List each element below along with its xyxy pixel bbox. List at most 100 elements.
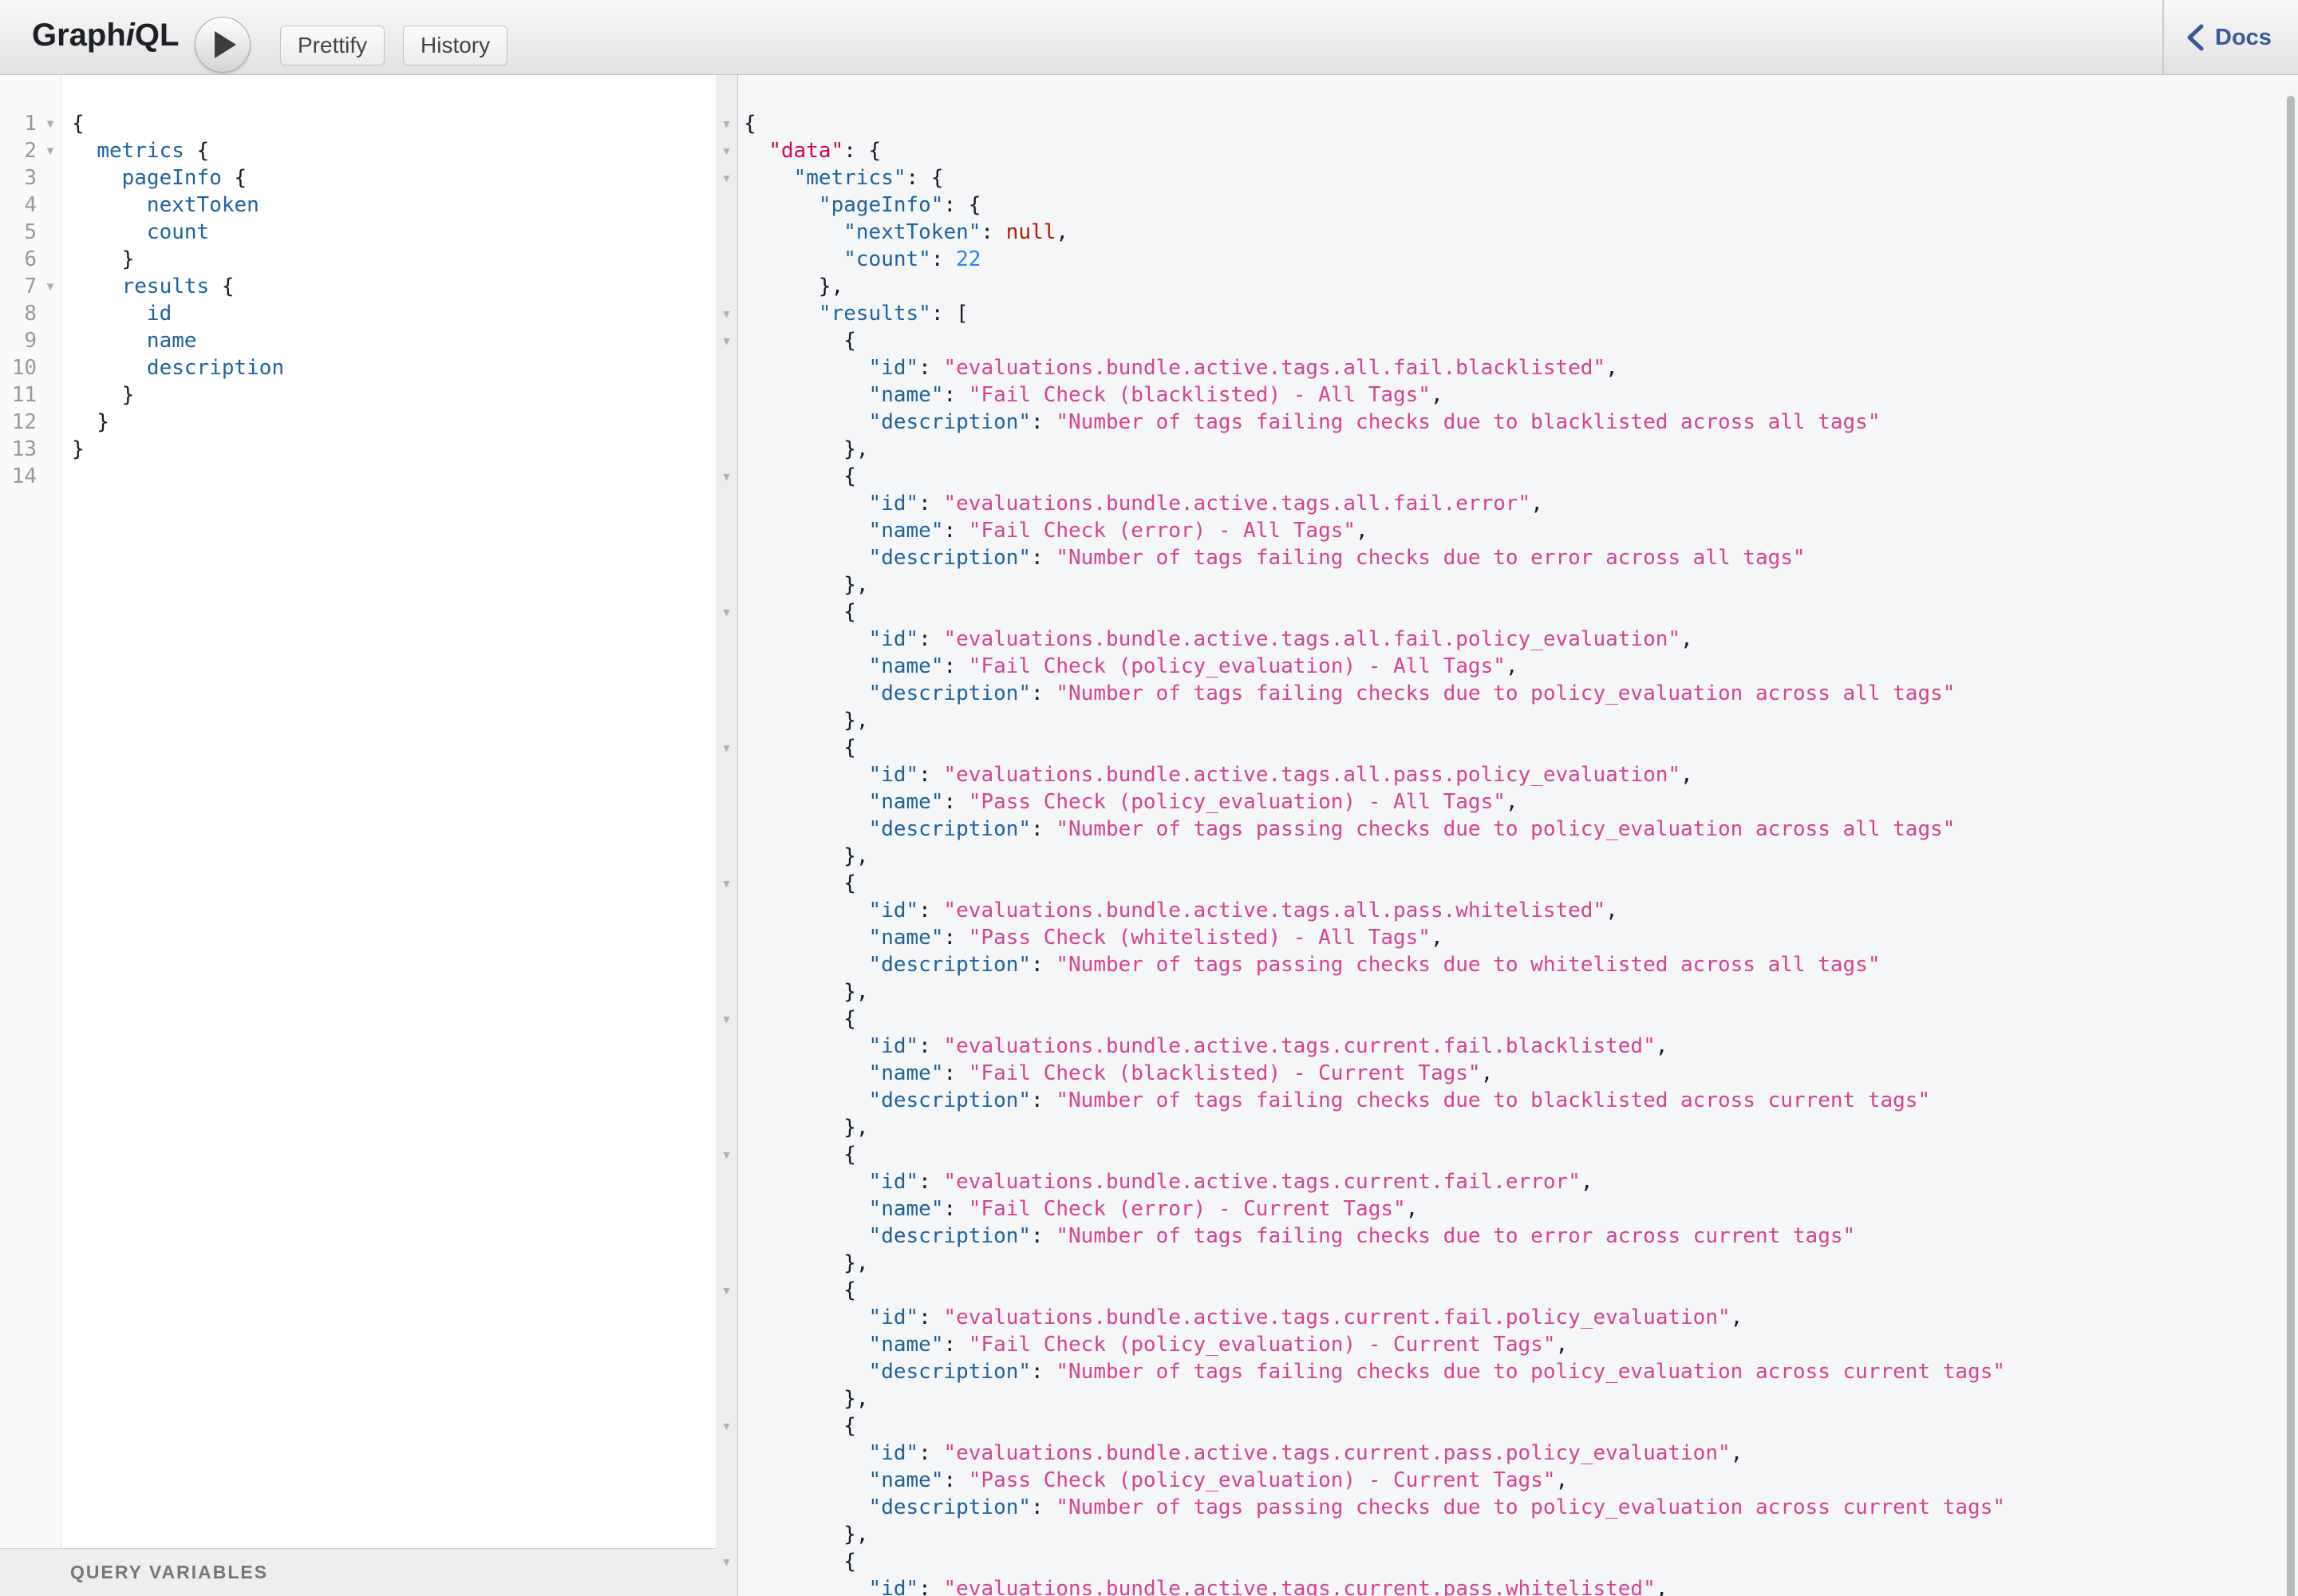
fold-arrow-icon[interactable]: ▼: [721, 1420, 732, 1432]
vertical-scrollbar[interactable]: [2287, 96, 2295, 1596]
line-number: 6: [24, 247, 37, 271]
line-number: 13: [11, 437, 37, 461]
result-code-line: "description": "Number of tags failing c…: [868, 546, 1806, 570]
result-code-line: "name": "Fail Check (error) - Current Ta…: [868, 1197, 1419, 1221]
fold-arrow-icon[interactable]: ▼: [721, 334, 732, 347]
logo-text-ql: QL: [134, 18, 180, 53]
graphiql-logo: GraphiQL: [32, 18, 179, 53]
result-code-line: "description": "Number of tags failing c…: [868, 410, 1881, 434]
result-code-line: "id": "evaluations.bundle.active.tags.cu…: [868, 1170, 1593, 1194]
query-variables-label: QUERY VARIABLES: [70, 1562, 269, 1582]
history-button[interactable]: History: [403, 26, 508, 65]
result-code-line: "name": "Fail Check (policy_evaluation) …: [868, 654, 1518, 678]
query-code-line: }: [72, 247, 135, 271]
query-code[interactable]: { metrics { pageInfo { nextToken count }…: [62, 75, 716, 1548]
fold-arrow-icon[interactable]: ▼: [721, 606, 732, 618]
line-number: 3: [24, 166, 37, 190]
result-code-line: "data": {: [768, 139, 882, 163]
result-code-line: "id": "evaluations.bundle.active.tags.al…: [868, 356, 1618, 380]
line-number: 5: [24, 220, 37, 244]
result-gutter: ▼ ▼ ▼ ▼ ▼ ▼ ▼ ▼ ▼ ▼ ▼ ▼ ▼ ▼: [716, 75, 738, 1596]
fold-arrow-icon[interactable]: ▼: [721, 1284, 732, 1297]
docs-button[interactable]: Docs: [2186, 0, 2272, 75]
fold-arrow-icon[interactable]: ▼: [37, 144, 61, 158]
fold-arrow-icon[interactable]: ▼: [37, 117, 61, 131]
result-code-line: {: [744, 1143, 856, 1167]
line-number: 7: [24, 275, 37, 298]
fold-arrow-icon[interactable]: ▼: [721, 1013, 732, 1025]
result-code-line: },: [744, 275, 844, 298]
result-code-line: "id": "evaluations.bundle.active.tags.cu…: [868, 1577, 1668, 1596]
result-code-line: },: [744, 709, 869, 733]
fold-arrow-icon[interactable]: ▼: [37, 280, 61, 294]
top-bar: GraphiQL Prettify History Docs: [0, 0, 2298, 75]
query-code-line: }: [72, 437, 85, 461]
query-code-line: metrics {: [97, 139, 210, 163]
result-code-line: "description": "Number of tags passing c…: [868, 817, 1956, 841]
result-code-line: {: [744, 112, 756, 136]
logo-text-graph: Graph: [32, 18, 126, 53]
result-code-line: "id": "evaluations.bundle.active.tags.cu…: [868, 1034, 1668, 1058]
result-code-line: "nextToken": null,: [843, 220, 1069, 244]
query-gutter: 1 ▼ 2 ▼ 3 4 5 6 7 ▼ 8 9 10 11 12 13 14: [0, 75, 61, 1596]
fold-arrow-icon[interactable]: ▼: [721, 470, 732, 483]
result-code-line: "id": "evaluations.bundle.active.tags.al…: [868, 899, 1618, 922]
result-code-line: },: [744, 844, 869, 868]
result-code-line: },: [744, 1387, 869, 1411]
result-code-line: "count": 22: [843, 247, 981, 271]
result-code-line: },: [744, 980, 869, 1004]
chevron-left-icon: [2187, 24, 2204, 51]
result-code-line: {: [744, 329, 856, 353]
result-code-line: },: [744, 1251, 869, 1275]
result-code-line: {: [744, 1278, 856, 1302]
result-code-line: "id": "evaluations.bundle.active.tags.al…: [868, 492, 1543, 516]
fold-arrow-icon[interactable]: ▼: [721, 877, 732, 890]
query-code-line: name: [146, 329, 197, 353]
line-number: 10: [11, 356, 37, 380]
result-code-line: "id": "evaluations.bundle.active.tags.al…: [868, 763, 1693, 787]
result-pane[interactable]: ▼ ▼ ▼ ▼ ▼ ▼ ▼ ▼ ▼ ▼ ▼ ▼ ▼ ▼ { "data": { "metrics": { …: [716, 75, 2298, 1596]
result-code-line: "description": "Number of tags failing c…: [868, 1360, 2006, 1384]
result-code-line: },: [744, 1523, 869, 1547]
line-number: 4: [24, 193, 37, 217]
query-code-line: description: [146, 356, 285, 380]
graphiql-window: GraphiQL Prettify History Docs 1 ▼ 2 ▼ 3 4 5 6 7…: [0, 0, 2298, 1596]
result-code-line: "name": "Pass Check (policy_evaluation) …: [868, 1468, 1569, 1492]
prettify-button[interactable]: Prettify: [280, 26, 385, 65]
query-code-line: id: [146, 302, 172, 326]
result-code-line: {: [744, 871, 856, 895]
result-code-line: },: [744, 437, 869, 461]
query-variables-header[interactable]: QUERY VARIABLES: [0, 1548, 716, 1596]
result-code-line: "id": "evaluations.bundle.active.tags.cu…: [868, 1441, 1743, 1465]
fold-arrow-icon[interactable]: ▼: [721, 1555, 732, 1568]
fold-arrow-icon[interactable]: ▼: [721, 172, 732, 184]
result-code-line: "results": [: [818, 302, 969, 326]
query-code-line: count: [146, 220, 210, 244]
line-number: 8: [24, 302, 37, 326]
result-code-line: {: [744, 1414, 856, 1438]
line-number: 12: [11, 410, 37, 434]
result-code-line: "description": "Number of tags failing c…: [868, 1224, 1856, 1248]
fold-arrow-icon[interactable]: ▼: [721, 307, 732, 320]
query-code-line: results {: [121, 275, 235, 298]
query-code-line: {: [72, 112, 85, 136]
line-number: 1: [24, 112, 37, 136]
result-code-line: "id": "evaluations.bundle.active.tags.cu…: [868, 1306, 1743, 1329]
workspace: 1 ▼ 2 ▼ 3 4 5 6 7 ▼ 8 9 10 11 12 13 14 { metrics { pageI…: [0, 75, 2298, 1596]
result-code-line: "id": "evaluations.bundle.active.tags.al…: [868, 627, 1693, 651]
query-code-line: }: [72, 410, 109, 434]
result-code-line: },: [744, 1116, 869, 1140]
play-icon: [215, 31, 236, 58]
fold-arrow-icon[interactable]: ▼: [721, 144, 732, 157]
docs-label: Docs: [2215, 24, 2272, 50]
result-code-line: "name": "Pass Check (policy_evaluation) …: [868, 790, 1518, 814]
result-code-line: "name": "Pass Check (whitelisted) - All …: [868, 926, 1443, 950]
execute-button[interactable]: [195, 17, 251, 73]
fold-arrow-icon[interactable]: ▼: [721, 117, 732, 130]
fold-arrow-icon[interactable]: ▼: [721, 1148, 732, 1161]
query-code-line: pageInfo {: [121, 166, 247, 190]
query-editor-pane[interactable]: 1 ▼ 2 ▼ 3 4 5 6 7 ▼ 8 9 10 11 12 13 14 { metrics { pageI…: [0, 75, 716, 1596]
result-code-line: {: [744, 736, 856, 760]
fold-arrow-icon[interactable]: ▼: [721, 741, 732, 754]
line-number: 2: [24, 139, 37, 163]
